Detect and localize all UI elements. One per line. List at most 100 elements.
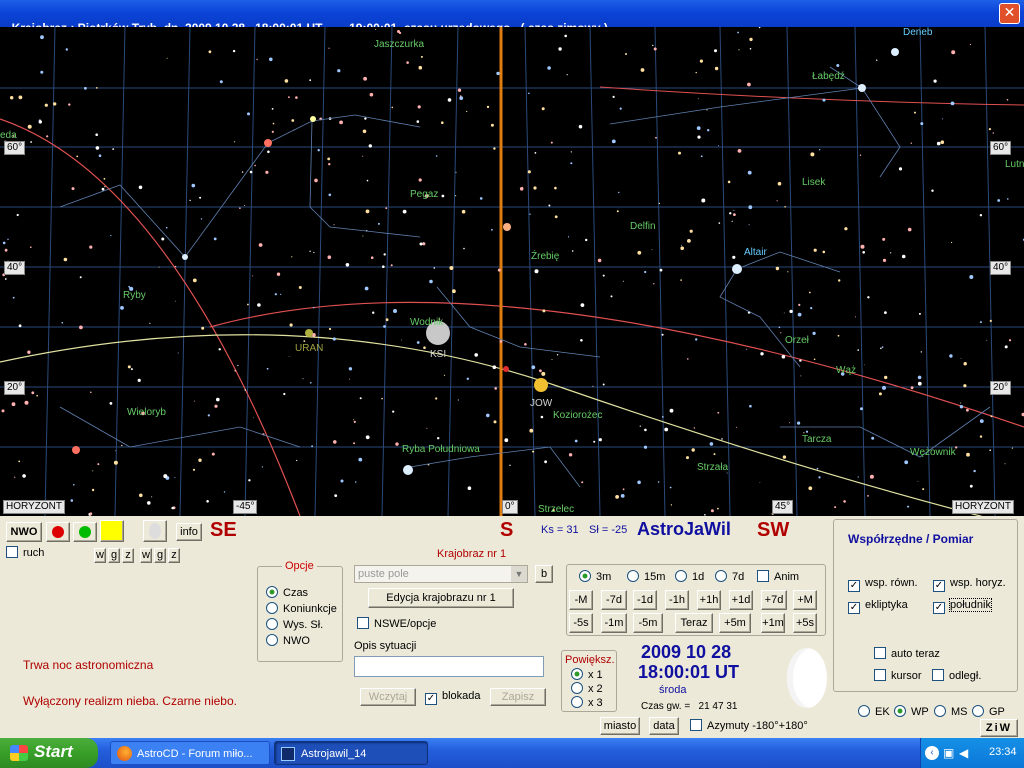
star bbox=[540, 415, 544, 419]
zapisz-button[interactable]: Zapisz bbox=[490, 688, 546, 706]
azymuty-label: Azymuty -180°+180° bbox=[707, 720, 808, 732]
z-button[interactable]: z bbox=[168, 548, 180, 563]
info-button[interactable]: info bbox=[176, 523, 202, 541]
star bbox=[248, 479, 251, 482]
step-15m-radio[interactable]: 15m bbox=[627, 570, 665, 583]
azimuth-grid-line bbox=[786, 27, 798, 516]
azymuty-checkbox[interactable]: Azymuty -180°+180° bbox=[690, 719, 808, 732]
zoom-x2-radio[interactable]: x 2 bbox=[571, 682, 603, 695]
zoom-x1-radio[interactable]: x 1 bbox=[571, 668, 603, 681]
volume-icon[interactable]: ◀ bbox=[959, 746, 968, 760]
b-button[interactable]: b bbox=[535, 565, 553, 583]
constellation-line bbox=[609, 87, 863, 125]
star bbox=[362, 155, 364, 157]
mode-wp-radio[interactable]: WP bbox=[894, 705, 929, 718]
network-icon[interactable]: ▣ bbox=[943, 746, 954, 760]
kursor-checkbox[interactable]: kursor bbox=[874, 669, 922, 682]
time-step-button[interactable]: Teraz bbox=[675, 613, 713, 633]
star bbox=[295, 96, 298, 99]
w-button[interactable]: w bbox=[94, 548, 106, 563]
anim-checkbox[interactable]: Anim bbox=[757, 570, 799, 583]
star bbox=[966, 452, 970, 457]
star bbox=[713, 453, 716, 456]
wsp-horyz-checkbox[interactable]: ✓ wsp. horyz. bbox=[933, 577, 1006, 592]
sky-map[interactable]: Jaszczurka Pegaz Delfin Łabędź Lisek Strzała O… bbox=[0, 27, 1024, 516]
green-light-button[interactable] bbox=[73, 522, 97, 542]
moon-phase-button[interactable] bbox=[143, 520, 167, 542]
time-step-button[interactable]: -1h bbox=[665, 590, 689, 610]
star bbox=[302, 378, 304, 380]
constellation-label: Wąż bbox=[836, 365, 856, 376]
opcje-czas-radio[interactable]: Czas bbox=[266, 586, 308, 599]
taskbar-item-astrojawil[interactable]: Astrojawil_14 bbox=[274, 741, 428, 765]
star bbox=[748, 205, 753, 210]
wsp-rown-label: wsp. równ. bbox=[865, 577, 918, 589]
time-step-button[interactable]: +1d bbox=[729, 590, 753, 610]
star bbox=[550, 141, 553, 144]
time-step-button[interactable]: +1m bbox=[761, 613, 785, 633]
step-3m-radio[interactable]: 3m bbox=[579, 570, 611, 583]
red-light-button[interactable] bbox=[46, 522, 70, 542]
star bbox=[963, 384, 967, 388]
mode-ek-radio[interactable]: EK bbox=[858, 705, 890, 718]
opis-input[interactable] bbox=[354, 656, 544, 677]
mode-gp-radio[interactable]: GP bbox=[972, 705, 1005, 718]
zoom-title: Powiększ. bbox=[565, 654, 615, 666]
z-button[interactable]: z bbox=[122, 548, 134, 563]
star bbox=[864, 364, 865, 366]
time-step-button[interactable]: +M bbox=[793, 590, 817, 610]
time-step-button[interactable]: -5m bbox=[633, 613, 663, 633]
poludnik-checkbox[interactable]: ✓ południk bbox=[933, 598, 992, 614]
star bbox=[619, 107, 622, 110]
step-1d-radio[interactable]: 1d bbox=[675, 570, 704, 583]
chevron-down-icon[interactable]: ▼ bbox=[511, 566, 527, 582]
zoom-x3-radio[interactable]: x 3 bbox=[571, 696, 603, 709]
star bbox=[467, 486, 472, 491]
time-step-button[interactable]: +7d bbox=[761, 590, 787, 610]
chevron-left-icon[interactable]: ‹ bbox=[925, 746, 939, 760]
time-step-button[interactable]: -1m bbox=[601, 613, 627, 633]
time-step-button[interactable]: +5s bbox=[793, 613, 817, 633]
data-button[interactable]: data bbox=[649, 717, 679, 735]
w-button[interactable]: w bbox=[140, 548, 152, 563]
star bbox=[375, 29, 377, 30]
nswe-checkbox[interactable]: NSWE/opcje bbox=[357, 617, 436, 630]
time-step-button[interactable]: +5m bbox=[719, 613, 751, 633]
g-button[interactable]: g bbox=[108, 548, 120, 563]
time-step-button[interactable]: +1h bbox=[697, 590, 721, 610]
ekliptyka-checkbox[interactable]: ✓ ekliptyka bbox=[848, 599, 908, 614]
mode-ms-radio[interactable]: MS bbox=[934, 705, 968, 718]
miasto-button[interactable]: miasto bbox=[600, 717, 640, 735]
wsp-rown-checkbox[interactable]: ✓ wsp. równ. bbox=[848, 577, 918, 592]
azimuth-grid-line bbox=[381, 27, 393, 516]
time-step-button[interactable]: -7d bbox=[601, 590, 627, 610]
ruch-checkbox[interactable]: ruch bbox=[6, 546, 44, 559]
step-7d-radio[interactable]: 7d bbox=[715, 570, 744, 583]
opcje-koniunkcje-radio[interactable]: Koniunkcje bbox=[266, 602, 337, 615]
star bbox=[364, 286, 369, 291]
odlegl-checkbox[interactable]: odległ. bbox=[932, 669, 981, 682]
clock[interactable]: 23:34 bbox=[989, 746, 1017, 758]
start-button[interactable]: Start bbox=[0, 738, 98, 768]
auto-teraz-checkbox[interactable]: auto teraz bbox=[874, 647, 940, 660]
time-step-button[interactable]: -1d bbox=[633, 590, 657, 610]
time-step-button[interactable]: -M bbox=[569, 590, 593, 610]
time-step-button[interactable]: -5s bbox=[569, 613, 593, 633]
star bbox=[166, 57, 168, 59]
star bbox=[784, 206, 786, 208]
checkbox-box bbox=[357, 617, 369, 629]
edit-landscape-button[interactable]: Edycja krajobrazu nr 1 bbox=[368, 588, 514, 608]
blokada-checkbox[interactable]: ✓ blokada bbox=[425, 690, 481, 705]
star bbox=[960, 402, 962, 404]
taskbar-item-firefox[interactable]: AstroCD - Forum miło... bbox=[110, 741, 270, 765]
opcje-nwo-radio[interactable]: NWO bbox=[266, 634, 310, 647]
nwo-button[interactable]: NWO bbox=[6, 522, 42, 542]
close-button[interactable]: ✕ bbox=[999, 3, 1020, 24]
ziw-button[interactable]: ZiW bbox=[980, 719, 1018, 737]
yellow-light-button[interactable] bbox=[100, 520, 124, 542]
star bbox=[857, 476, 859, 478]
g-button[interactable]: g bbox=[154, 548, 166, 563]
opcje-wys-radio[interactable]: Wys. Sł. bbox=[266, 618, 323, 631]
krajobraz-select[interactable]: puste pole ▼ bbox=[354, 565, 528, 583]
wczytaj-button[interactable]: Wczytaj bbox=[360, 688, 416, 706]
